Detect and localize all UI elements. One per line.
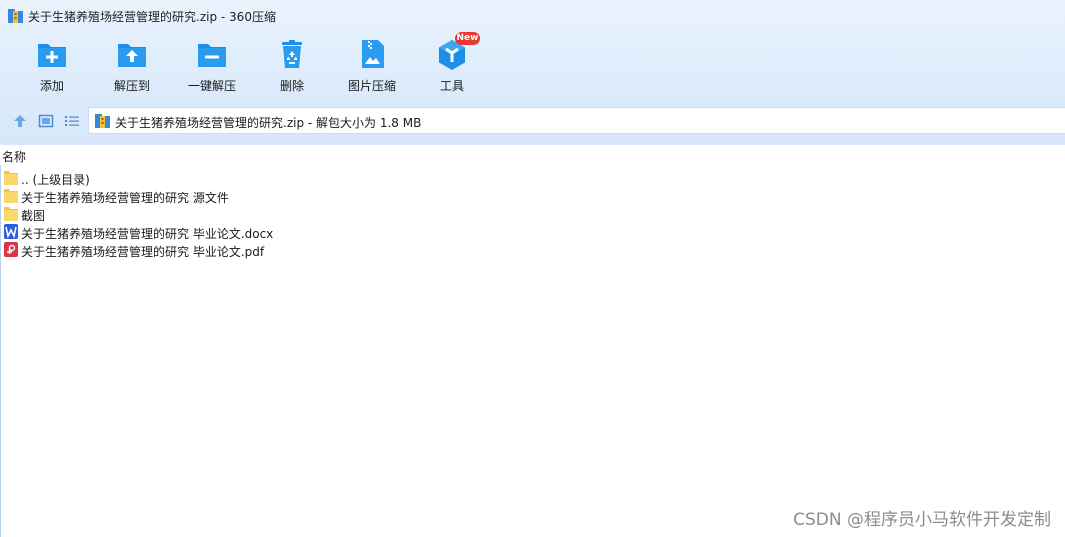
tools-label: 工具 — [439, 79, 464, 93]
item-name: .. (上级目录) — [21, 173, 90, 187]
one-click-extract-button[interactable]: 一键解压 — [172, 34, 252, 98]
app-name: 360压缩 — [229, 10, 276, 24]
list-item[interactable]: 关于生猪养殖场经营管理的研究 毕业论文.docx — [0, 223, 1065, 241]
archive-name: 关于生猪养殖场经营管理的研究.zip — [28, 10, 218, 24]
one-click-extract-label: 一键解压 — [187, 79, 236, 93]
title-bar: 关于生猪养殖场经营管理的研究.zip - 360压缩 — [0, 0, 1065, 32]
file-list: .. (上级目录) 关于生猪养殖场经营管理的研究 源文件 截图 关于生猪养殖场经… — [0, 169, 1065, 259]
folder-icon — [4, 207, 18, 221]
one-click-extract-icon — [198, 44, 226, 67]
extract-to-icon — [118, 44, 146, 67]
add-label: 添加 — [39, 79, 64, 93]
add-button[interactable]: 添加 — [12, 34, 92, 98]
list-item[interactable]: 关于生猪养殖场经营管理的研究 源文件 — [0, 187, 1065, 205]
folder-icon — [4, 189, 18, 203]
delete-button[interactable]: 删除 — [252, 34, 332, 98]
column-name-header[interactable]: 名称 — [2, 148, 26, 165]
item-name: 关于生猪养殖场经营管理的研究 毕业论文.docx — [21, 227, 274, 241]
watermark: CSDN @程序员小马软件开发定制 — [793, 510, 1051, 530]
path-text: 关于生猪养殖场经营管理的研究.zip - 解包大小为 1.8 MB — [115, 116, 422, 130]
toolbar: 添加 解压到 一键解压 删除 图片压缩 工具 — [0, 34, 1065, 98]
title-separator: - — [217, 10, 230, 24]
image-compress-label: 图片压缩 — [347, 79, 396, 93]
add-file-icon — [38, 44, 66, 67]
zip-archive-icon — [95, 114, 110, 128]
extract-to-button[interactable]: 解压到 — [92, 34, 172, 98]
list-item[interactable]: 关于生猪养殖场经营管理的研究 毕业论文.pdf — [0, 241, 1065, 259]
zip-archive-icon — [8, 9, 23, 23]
up-arrow-icon[interactable] — [12, 113, 28, 129]
column-header: 名称 — [0, 145, 1065, 165]
tools-button[interactable]: 工具 — [412, 34, 492, 98]
item-name: 截图 — [21, 209, 46, 223]
image-compress-icon — [362, 40, 384, 68]
navigation-row: 关于生猪养殖场经营管理的研究.zip - 解包大小为 1.8 MB — [0, 107, 1065, 135]
image-compress-button[interactable]: 图片压缩 — [332, 34, 412, 98]
new-badge: New — [455, 32, 480, 45]
list-item[interactable]: 截图 — [0, 205, 1065, 223]
window-title: 关于生猪养殖场经营管理的研究.zip - 360压缩 — [28, 8, 276, 25]
word-document-icon — [4, 224, 18, 239]
item-name: 关于生猪养殖场经营管理的研究 源文件 — [21, 191, 229, 205]
thumbnail-view-icon[interactable] — [38, 113, 54, 129]
list-item[interactable]: .. (上级目录) — [0, 169, 1065, 187]
pdf-document-icon — [4, 242, 18, 257]
list-view-icon[interactable] — [64, 113, 80, 129]
address-bar[interactable]: 关于生猪养殖场经营管理的研究.zip - 解包大小为 1.8 MB — [88, 107, 1065, 134]
item-name: 关于生猪养殖场经营管理的研究 毕业论文.pdf — [21, 245, 265, 259]
delete-label: 删除 — [279, 79, 304, 93]
folder-icon — [4, 171, 18, 185]
extract-to-label: 解压到 — [113, 79, 150, 93]
recycle-bin-icon — [282, 40, 302, 68]
